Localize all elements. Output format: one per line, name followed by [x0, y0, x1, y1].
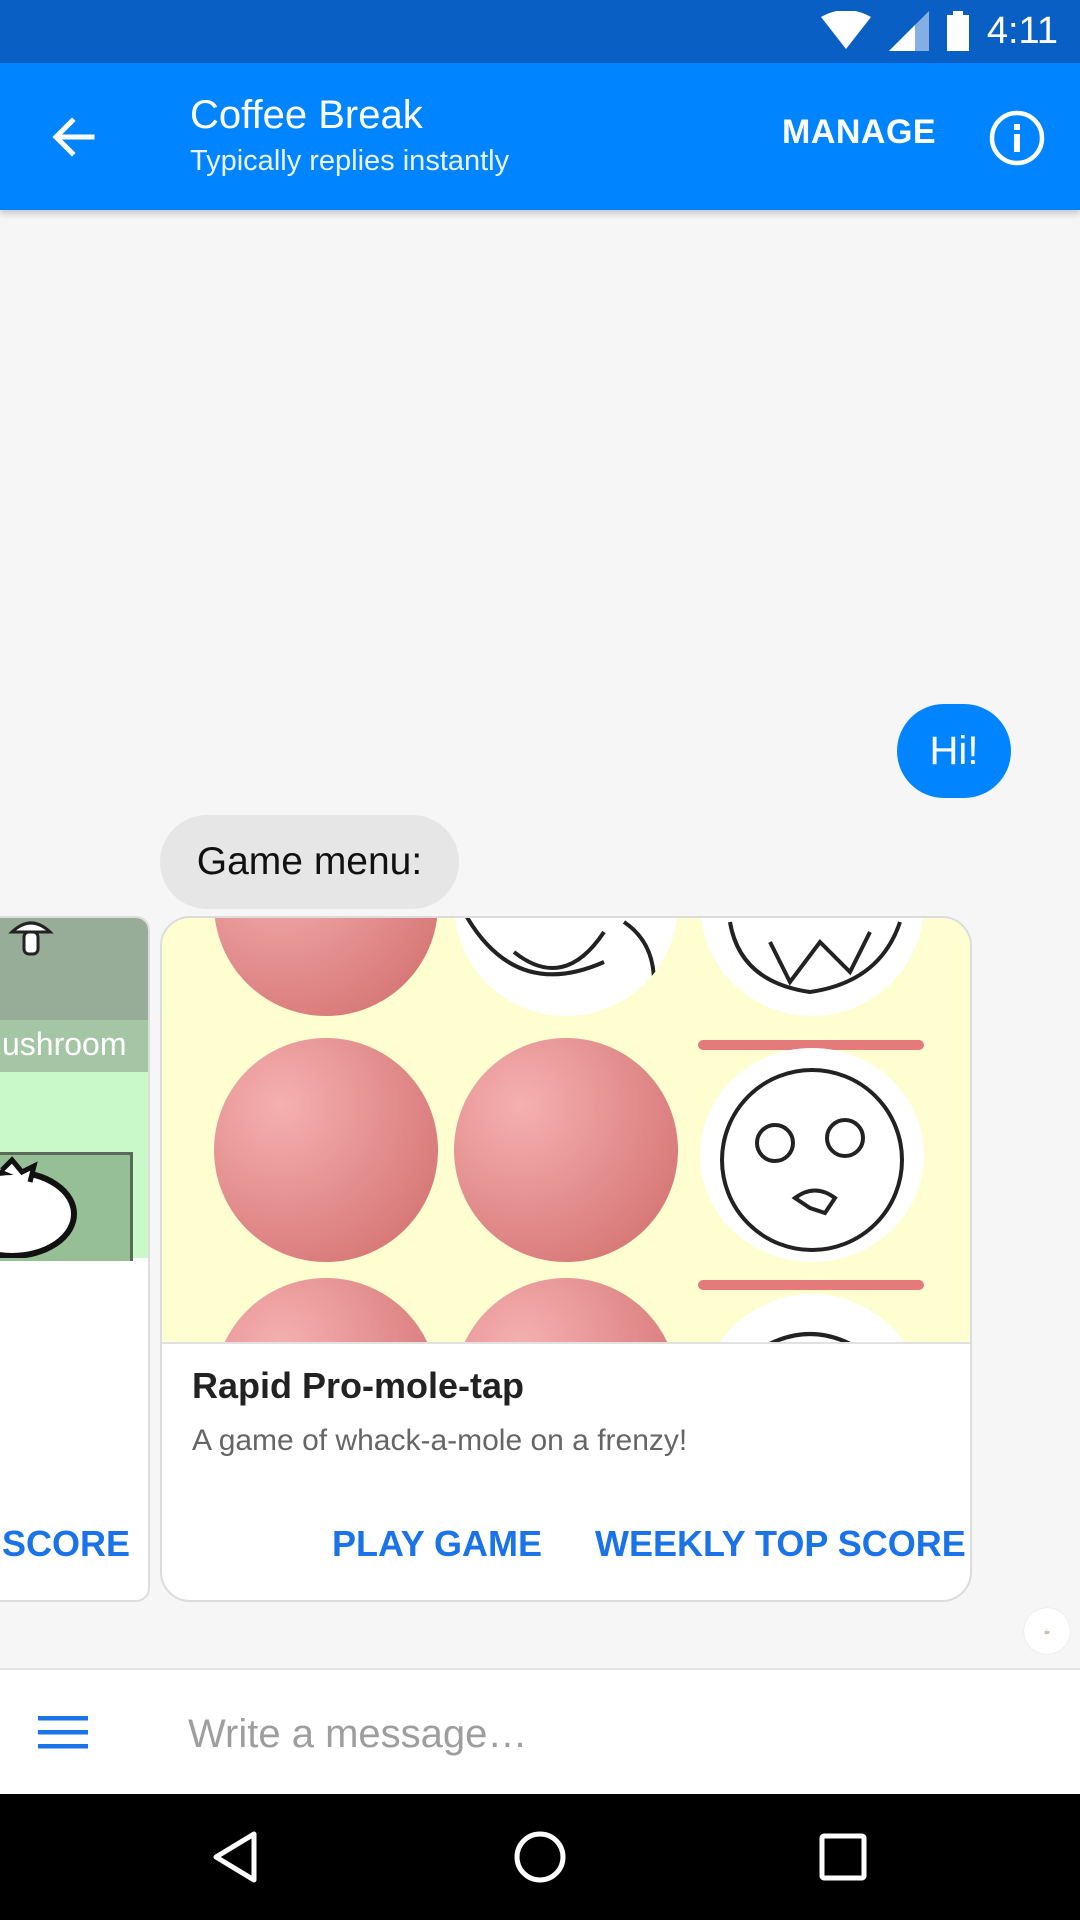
home-circle-icon[interactable] [505, 1822, 575, 1892]
bot-message-bubble: Game menu: [160, 815, 459, 909]
system-nav-bar [0, 1794, 1080, 1920]
status-time: 4:11 [986, 9, 1058, 52]
message-input[interactable] [188, 1706, 1008, 1762]
weekly-top-score-button[interactable]: WEEKLY TOP SCORE [595, 1523, 966, 1565]
manage-button[interactable]: MANAGE [782, 113, 936, 152]
mushroom-icon [8, 921, 54, 956]
card-title: Rapid Pro-mole-tap [192, 1365, 525, 1406]
status-icons: 4:11 [820, 8, 1058, 54]
mole-circle [454, 1278, 678, 1342]
mole-circle [214, 1038, 438, 1262]
mole-circle [454, 1038, 678, 1262]
mole-circle [214, 918, 438, 1016]
play-game-button[interactable]: PLAY GAME [332, 1523, 542, 1565]
card-description: A game of whack-a-mole on a frenzy! [192, 1424, 688, 1457]
mole-hole [698, 1280, 924, 1290]
score-button[interactable]: SCORE [2, 1523, 130, 1565]
recents-square-icon[interactable] [808, 1822, 878, 1892]
rage-face [700, 918, 924, 1016]
message-composer [0, 1668, 1080, 1796]
rage-face [700, 1048, 924, 1262]
arrow-left-icon[interactable] [40, 103, 108, 171]
bot-avatar: ☕ [1024, 1608, 1070, 1654]
mole-circle [214, 1278, 438, 1342]
conversation-title: Coffee Break [190, 93, 423, 137]
game-preview-image [162, 918, 970, 1344]
rage-face [454, 918, 678, 1016]
back-triangle-icon[interactable] [202, 1822, 272, 1892]
hamburger-menu-icon[interactable] [36, 1710, 90, 1756]
carousel-card-game[interactable]: Rapid Pro-mole-tap A game of whack-a-mol… [160, 916, 972, 1602]
app-bar: Coffee Break Typically replies instantly… [0, 63, 1080, 210]
user-message-bubble: Hi! [897, 704, 1011, 798]
info-icon[interactable] [988, 109, 1046, 167]
rage-face [700, 1294, 924, 1342]
carousel-card-previous[interactable]: ushroom SCORE [0, 916, 150, 1602]
conversation-subtitle: Typically replies instantly [190, 145, 510, 177]
wifi-icon [820, 11, 871, 49]
signal-icon [888, 11, 929, 51]
conversation-header[interactable]: Coffee Break Typically replies instantly [190, 91, 509, 181]
battery-icon [946, 11, 969, 51]
status-bar: 4:11 [0, 0, 1080, 63]
tomato-icon [0, 1156, 77, 1258]
card-banner-text: ushroom [2, 1026, 127, 1062]
